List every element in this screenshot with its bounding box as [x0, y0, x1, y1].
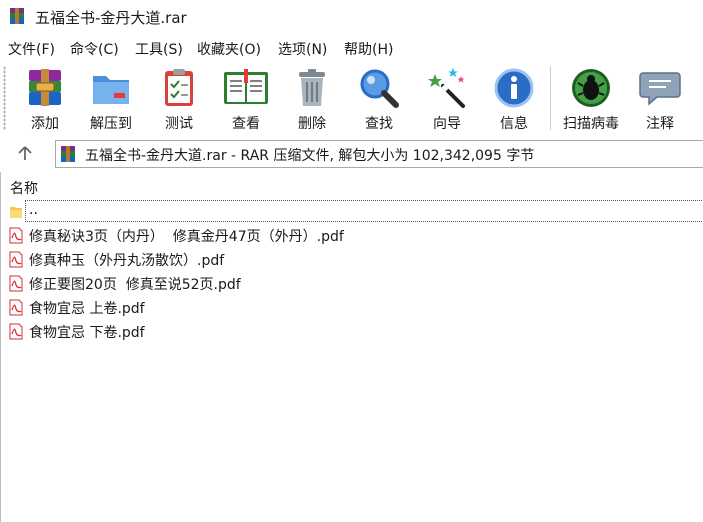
arrow-up-icon: [18, 146, 32, 160]
wizard-label: 向导: [433, 116, 461, 132]
comment-label: 注释: [646, 116, 674, 132]
trash-icon: [299, 69, 325, 106]
file-name: 修正要图20页 修真至说52页.pdf: [29, 277, 241, 293]
up-one-level-button[interactable]: [8, 141, 42, 165]
pdf-file-icon: [9, 299, 23, 316]
info-label: 信息: [500, 116, 528, 132]
toolbar: 添加 解压到 测试 查看 删除 查找 向导 信息 扫描病毒 注释: [0, 60, 703, 136]
menu-tools[interactable]: 工具(S): [135, 39, 183, 59]
address-bar-row: 五福全书-金丹大道.rar - RAR 压缩文件, 解包大小为 102,342,…: [0, 137, 703, 169]
focus-rectangle: [25, 200, 703, 222]
delete-label: 删除: [298, 116, 326, 132]
list-item-file[interactable]: 食物宜忌 上卷.pdf: [1, 295, 703, 319]
list-item-file[interactable]: 修正要图20页 修真至说52页.pdf: [1, 271, 703, 295]
view-book-icon: [224, 69, 268, 104]
file-name: ..: [29, 202, 38, 218]
list-item-parent-folder[interactable]: ..: [1, 199, 703, 223]
pdf-file-icon: [9, 251, 23, 268]
menu-bar: 文件(F) 命令(C) 工具(S) 收藏夹(O) 选项(N) 帮助(H): [0, 36, 703, 60]
list-item-file[interactable]: 食物宜忌 下卷.pdf: [1, 319, 703, 343]
add-label: 添加: [31, 116, 59, 132]
test-button[interactable]: 测试: [148, 64, 210, 134]
find-label: 查找: [365, 116, 393, 132]
wizard-button[interactable]: 向导: [416, 64, 478, 134]
menu-help[interactable]: 帮助(H): [344, 39, 393, 59]
delete-button[interactable]: 删除: [281, 64, 343, 134]
folder-icon: [10, 207, 22, 218]
file-name: 食物宜忌 上卷.pdf: [29, 301, 145, 317]
menu-favorites[interactable]: 收藏夹(O): [197, 39, 261, 59]
info-icon: [494, 68, 534, 108]
view-button[interactable]: 查看: [215, 64, 277, 134]
pdf-file-icon: [9, 227, 23, 244]
view-label: 查看: [232, 116, 260, 132]
winrar-app-icon: [10, 8, 24, 24]
add-button[interactable]: 添加: [14, 64, 76, 134]
virus-scan-button[interactable]: 扫描病毒: [560, 64, 622, 134]
rar-archive-icon: [61, 146, 75, 162]
menu-commands[interactable]: 命令(C): [70, 39, 119, 59]
list-item-file[interactable]: 修真秘诀3页（内丹） 修真金丹47页（外丹）.pdf: [1, 223, 703, 247]
address-field[interactable]: 五福全书-金丹大道.rar - RAR 压缩文件, 解包大小为 102,342,…: [55, 140, 703, 168]
column-header-name[interactable]: 名称: [10, 178, 38, 198]
address-text: 五福全书-金丹大道.rar - RAR 压缩文件, 解包大小为 102,342,…: [85, 148, 535, 164]
pdf-file-icon: [9, 323, 23, 340]
virus-scan-bug-icon: [572, 69, 610, 107]
test-label: 测试: [165, 116, 193, 132]
pdf-file-icon: [9, 275, 23, 292]
test-clipboard-icon: [165, 69, 193, 106]
file-name: 修真秘诀3页（内丹） 修真金丹47页（外丹）.pdf: [29, 229, 344, 245]
toolbar-grip[interactable]: [3, 66, 6, 130]
comment-button[interactable]: 注释: [629, 64, 691, 134]
menu-options[interactable]: 选项(N): [278, 39, 327, 59]
comment-bubble-icon: [639, 72, 681, 106]
file-name: 修真种玉（外丹丸汤散饮）.pdf: [29, 253, 225, 269]
virus-scan-label: 扫描病毒: [563, 116, 619, 132]
add-archive-icon: [29, 69, 61, 106]
file-list-pane: 名称 .. 修真秘诀3页（内丹） 修真金丹47页（外丹）.pdf 修真种玉（外丹…: [0, 172, 703, 522]
find-button[interactable]: 查找: [348, 64, 410, 134]
magnifier-icon: [360, 69, 399, 108]
toolbar-separator: [550, 66, 551, 130]
info-button[interactable]: 信息: [483, 64, 545, 134]
extract-to-label: 解压到: [90, 116, 132, 132]
title-bar: 五福全书-金丹大道.rar: [0, 0, 703, 34]
window-title: 五福全书-金丹大道.rar: [35, 9, 187, 27]
list-item-file[interactable]: 修真种玉（外丹丸汤散饮）.pdf: [1, 247, 703, 271]
file-name: 食物宜忌 下卷.pdf: [29, 325, 145, 341]
wizard-wand-icon: [428, 68, 465, 108]
menu-file[interactable]: 文件(F): [8, 39, 55, 59]
extract-to-button[interactable]: 解压到: [80, 64, 142, 134]
extract-folder-icon: [93, 76, 129, 104]
file-list: .. 修真秘诀3页（内丹） 修真金丹47页（外丹）.pdf 修真种玉（外丹丸汤散…: [1, 199, 703, 343]
